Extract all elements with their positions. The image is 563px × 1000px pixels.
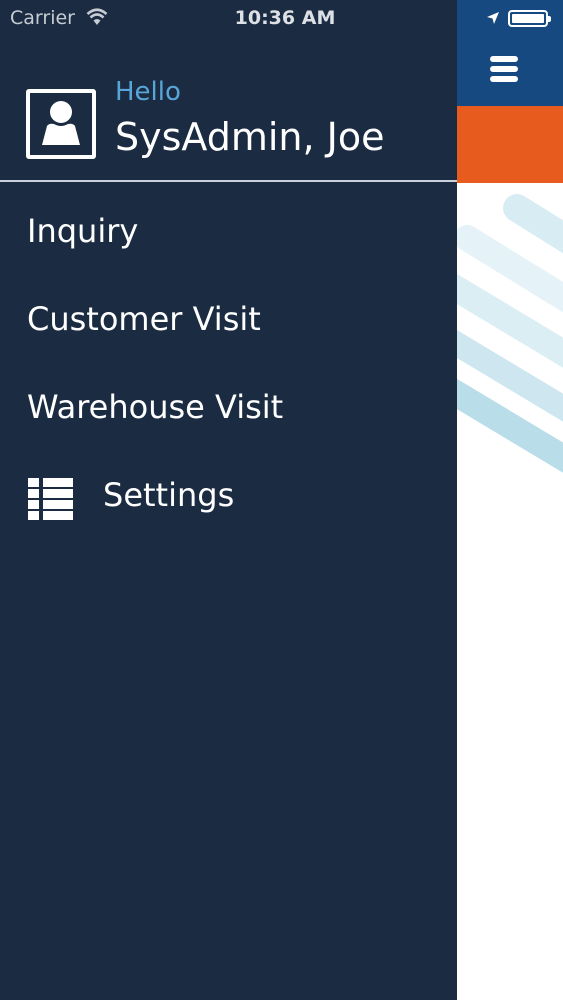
menu-item-customer-visit[interactable]: Customer Visit bbox=[0, 278, 457, 358]
main-content bbox=[457, 0, 563, 1000]
menu-item-settings[interactable]: Settings bbox=[0, 454, 457, 534]
user-name: SysAdmin, Joe bbox=[115, 115, 385, 159]
menu-item-label: Inquiry bbox=[27, 212, 139, 250]
menu-item-warehouse-visit[interactable]: Warehouse Visit bbox=[0, 366, 457, 446]
menu-item-label: Customer Visit bbox=[27, 300, 261, 338]
list-icon bbox=[28, 478, 73, 520]
greeting-text: Hello bbox=[115, 77, 181, 107]
profile-header: Hello SysAdmin, Joe bbox=[0, 38, 457, 181]
menu-item-label: Settings bbox=[103, 476, 235, 514]
navigation-drawer: Hello SysAdmin, Joe Inquiry Customer Vis… bbox=[0, 0, 457, 1000]
divider bbox=[0, 180, 457, 182]
menu-item-inquiry[interactable]: Inquiry bbox=[0, 190, 457, 270]
accent-bar bbox=[457, 106, 563, 183]
menu-item-label: Warehouse Visit bbox=[27, 388, 284, 426]
hamburger-icon[interactable] bbox=[490, 56, 518, 84]
user-avatar-icon bbox=[26, 89, 96, 159]
app-header bbox=[457, 0, 563, 106]
background-art bbox=[457, 194, 563, 473]
